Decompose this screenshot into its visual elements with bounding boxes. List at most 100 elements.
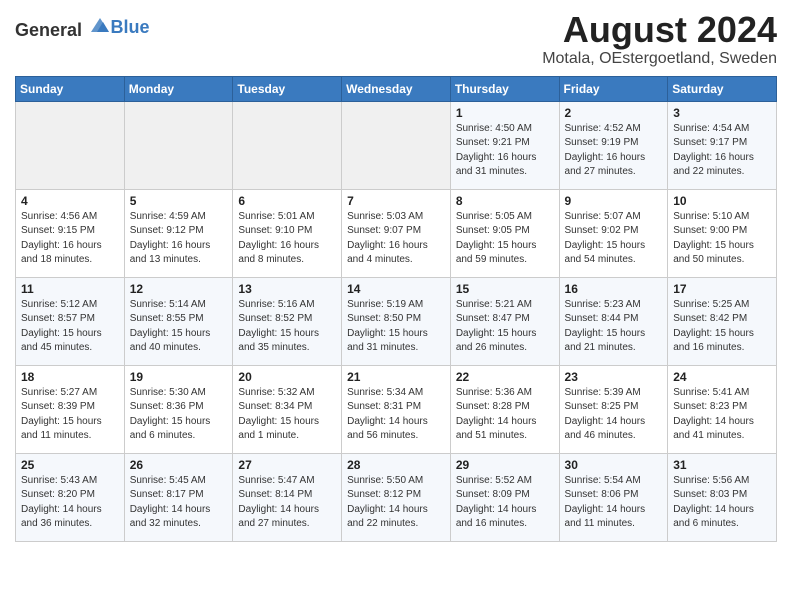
title-area: August 2024 Motala, OEstergoetland, Swed…	[542, 10, 777, 68]
day-number: 16	[565, 282, 663, 296]
column-header-wednesday: Wednesday	[342, 76, 451, 101]
calendar-cell: 4Sunrise: 4:56 AM Sunset: 9:15 PM Daylig…	[16, 189, 125, 277]
day-number: 20	[238, 370, 336, 384]
main-title: August 2024	[542, 10, 777, 50]
calendar-cell: 26 Sunrise: 5:45 AM Sunset: 8:17 PM Dayli…	[124, 453, 233, 541]
day-info: Sunrise: 5:56 AM Sunset: 8:03 PM Dayligh…	[673, 474, 771, 532]
day-number: 12	[130, 282, 228, 296]
calendar-cell: 29Sunrise: 5:52 AM Sunset: 8:09 PM Dayli…	[450, 453, 559, 541]
day-number: 13	[238, 282, 336, 296]
day-number: 9	[565, 194, 663, 208]
calendar-cell: 3Sunrise: 4:54 AM Sunset: 9:17 PM Daylig…	[668, 101, 777, 189]
day-info: Sunrise: 5:01 AM Sunset: 9:10 PM Dayligh…	[238, 210, 336, 268]
day-info: Sunrise: 5:03 AM Sunset: 9:07 PM Dayligh…	[347, 210, 445, 268]
day-info: Sunrise: 5:47 AM Sunset: 8:14 PM Dayligh…	[238, 474, 336, 532]
day-number: 11	[21, 282, 119, 296]
day-number: 14	[347, 282, 445, 296]
day-number: 1	[456, 106, 554, 120]
calendar-week-row: 11 Sunrise: 5:12 AM Sunset: 8:57 PM Dayli…	[16, 277, 777, 365]
day-info: Sunrise: 5:45 AM Sunset: 8:17 PM Dayligh…	[130, 474, 228, 532]
column-header-friday: Friday	[559, 76, 668, 101]
calendar-cell: 18 Sunrise: 5:27 AM Sunset: 8:39 PM Dayli…	[16, 365, 125, 453]
day-number: 2	[565, 106, 663, 120]
calendar-cell	[233, 101, 342, 189]
calendar-cell: 31 Sunrise: 5:56 AM Sunset: 8:03 PM Dayli…	[668, 453, 777, 541]
calendar-cell: 22Sunrise: 5:36 AM Sunset: 8:28 PM Dayli…	[450, 365, 559, 453]
day-number: 18	[21, 370, 119, 384]
day-info: Sunrise: 5:41 AM Sunset: 8:23 PM Dayligh…	[673, 386, 771, 444]
day-info: Sunrise: 5:39 AM Sunset: 8:25 PM Dayligh…	[565, 386, 663, 444]
calendar-cell: 14Sunrise: 5:19 AM Sunset: 8:50 PM Dayli…	[342, 277, 451, 365]
calendar-cell: 30 Sunrise: 5:54 AM Sunset: 8:06 PM Dayli…	[559, 453, 668, 541]
calendar-cell	[342, 101, 451, 189]
calendar-cell: 15Sunrise: 5:21 AM Sunset: 8:47 PM Dayli…	[450, 277, 559, 365]
calendar-cell: 11 Sunrise: 5:12 AM Sunset: 8:57 PM Dayli…	[16, 277, 125, 365]
subtitle: Motala, OEstergoetland, Sweden	[542, 50, 777, 68]
day-info: Sunrise: 5:27 AM Sunset: 8:39 PM Dayligh…	[21, 386, 119, 444]
calendar-cell: 13 Sunrise: 5:16 AM Sunset: 8:52 PM Dayli…	[233, 277, 342, 365]
column-header-thursday: Thursday	[450, 76, 559, 101]
day-info: Sunrise: 5:16 AM Sunset: 8:52 PM Dayligh…	[238, 298, 336, 356]
day-info: Sunrise: 5:50 AM Sunset: 8:12 PM Dayligh…	[347, 474, 445, 532]
day-info: Sunrise: 5:30 AM Sunset: 8:36 PM Dayligh…	[130, 386, 228, 444]
day-info: Sunrise: 5:52 AM Sunset: 8:09 PM Dayligh…	[456, 474, 554, 532]
calendar-cell: 19 Sunrise: 5:30 AM Sunset: 8:36 PM Dayli…	[124, 365, 233, 453]
day-info: Sunrise: 5:43 AM Sunset: 8:20 PM Dayligh…	[21, 474, 119, 532]
calendar-cell: 5 Sunrise: 4:59 AM Sunset: 9:12 PM Daylig…	[124, 189, 233, 277]
day-info: Sunrise: 5:07 AM Sunset: 9:02 PM Dayligh…	[565, 210, 663, 268]
day-number: 27	[238, 458, 336, 472]
logo-text-blue: Blue	[111, 17, 150, 37]
day-number: 28	[347, 458, 445, 472]
logo: General Blue	[15, 14, 150, 41]
day-number: 5	[130, 194, 228, 208]
calendar-cell: 16Sunrise: 5:23 AM Sunset: 8:44 PM Dayli…	[559, 277, 668, 365]
logo-text-general: General	[15, 20, 82, 40]
calendar-cell: 28 Sunrise: 5:50 AM Sunset: 8:12 PM Dayli…	[342, 453, 451, 541]
day-number: 21	[347, 370, 445, 384]
calendar-table: SundayMondayTuesdayWednesdayThursdayFrid…	[15, 76, 777, 542]
day-number: 8	[456, 194, 554, 208]
calendar-header-row: SundayMondayTuesdayWednesdayThursdayFrid…	[16, 76, 777, 101]
day-number: 7	[347, 194, 445, 208]
calendar-cell: 12 Sunrise: 5:14 AM Sunset: 8:55 PM Dayli…	[124, 277, 233, 365]
day-info: Sunrise: 4:59 AM Sunset: 9:12 PM Dayligh…	[130, 210, 228, 268]
day-info: Sunrise: 5:34 AM Sunset: 8:31 PM Dayligh…	[347, 386, 445, 444]
day-info: Sunrise: 4:50 AM Sunset: 9:21 PM Dayligh…	[456, 122, 554, 180]
calendar-cell: 6 Sunrise: 5:01 AM Sunset: 9:10 PM Daylig…	[233, 189, 342, 277]
calendar-cell	[124, 101, 233, 189]
day-number: 19	[130, 370, 228, 384]
day-number: 31	[673, 458, 771, 472]
calendar-cell: 8 Sunrise: 5:05 AM Sunset: 9:05 PM Daylig…	[450, 189, 559, 277]
calendar-cell: 17 Sunrise: 5:25 AM Sunset: 8:42 PM Dayli…	[668, 277, 777, 365]
day-info: Sunrise: 5:21 AM Sunset: 8:47 PM Dayligh…	[456, 298, 554, 356]
calendar-cell: 25 Sunrise: 5:43 AM Sunset: 8:20 PM Dayli…	[16, 453, 125, 541]
day-number: 30	[565, 458, 663, 472]
day-info: Sunrise: 4:56 AM Sunset: 9:15 PM Dayligh…	[21, 210, 119, 268]
day-info: Sunrise: 5:14 AM Sunset: 8:55 PM Dayligh…	[130, 298, 228, 356]
header: General Blue August 2024 Motala, OEsterg…	[15, 10, 777, 68]
day-number: 10	[673, 194, 771, 208]
day-info: Sunrise: 5:54 AM Sunset: 8:06 PM Dayligh…	[565, 474, 663, 532]
calendar-cell: 20Sunrise: 5:32 AM Sunset: 8:34 PM Dayli…	[233, 365, 342, 453]
calendar-cell	[16, 101, 125, 189]
day-info: Sunrise: 4:52 AM Sunset: 9:19 PM Dayligh…	[565, 122, 663, 180]
day-number: 26	[130, 458, 228, 472]
calendar-cell: 9 Sunrise: 5:07 AM Sunset: 9:02 PM Daylig…	[559, 189, 668, 277]
day-info: Sunrise: 5:12 AM Sunset: 8:57 PM Dayligh…	[21, 298, 119, 356]
day-info: Sunrise: 5:25 AM Sunset: 8:42 PM Dayligh…	[673, 298, 771, 356]
calendar-week-row: 25 Sunrise: 5:43 AM Sunset: 8:20 PM Dayli…	[16, 453, 777, 541]
day-number: 23	[565, 370, 663, 384]
column-header-monday: Monday	[124, 76, 233, 101]
calendar-cell: 27 Sunrise: 5:47 AM Sunset: 8:14 PM Dayli…	[233, 453, 342, 541]
calendar-cell: 2 Sunrise: 4:52 AM Sunset: 9:19 PM Daylig…	[559, 101, 668, 189]
day-number: 25	[21, 458, 119, 472]
day-number: 6	[238, 194, 336, 208]
day-number: 24	[673, 370, 771, 384]
day-number: 17	[673, 282, 771, 296]
column-header-tuesday: Tuesday	[233, 76, 342, 101]
calendar-week-row: 4Sunrise: 4:56 AM Sunset: 9:15 PM Daylig…	[16, 189, 777, 277]
calendar-cell: 23 Sunrise: 5:39 AM Sunset: 8:25 PM Dayli…	[559, 365, 668, 453]
calendar-cell: 10Sunrise: 5:10 AM Sunset: 9:00 PM Dayli…	[668, 189, 777, 277]
day-info: Sunrise: 5:05 AM Sunset: 9:05 PM Dayligh…	[456, 210, 554, 268]
calendar-cell: 7 Sunrise: 5:03 AM Sunset: 9:07 PM Daylig…	[342, 189, 451, 277]
